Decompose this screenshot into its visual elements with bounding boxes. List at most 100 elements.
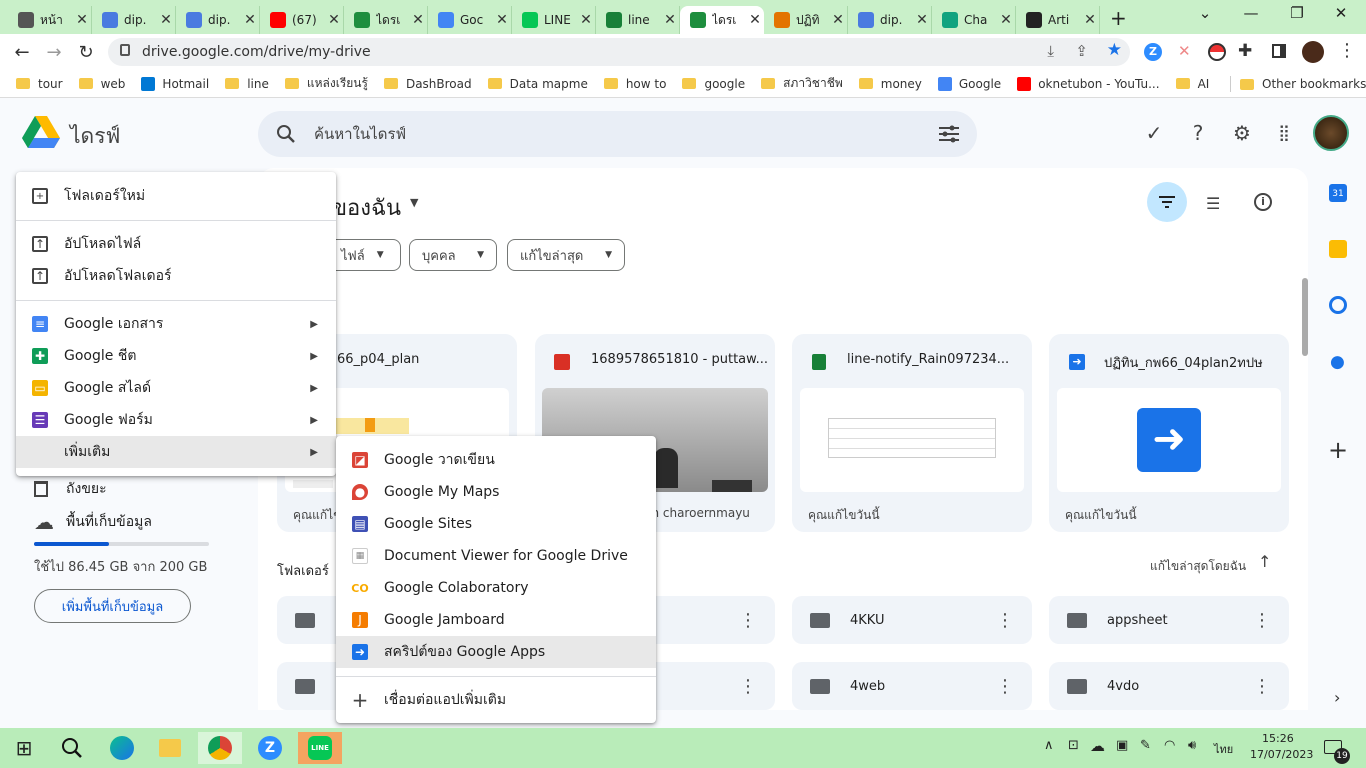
other-bookmarks[interactable]: Other bookmarks — [1240, 77, 1366, 91]
browser-tab[interactable]: ไดรเ ✕ — [680, 6, 764, 34]
tray-time[interactable]: 15:26 — [1262, 732, 1294, 745]
folder-item[interactable]: 4KKU ⋮ — [792, 596, 1032, 644]
browser-tab[interactable]: dip. ✕ — [848, 6, 932, 34]
edge-icon[interactable] — [110, 736, 134, 760]
back-icon[interactable]: ← — [6, 42, 38, 63]
menu-item-mymaps[interactable]: ● Google My Maps — [336, 476, 656, 508]
apps-grid-icon[interactable]: ⣿ — [1271, 120, 1297, 146]
add-addon-icon[interactable]: + — [1328, 436, 1348, 464]
tab-close-icon[interactable]: ✕ — [746, 12, 764, 28]
bookmark-item[interactable]: tour — [16, 74, 63, 93]
more-vert-icon[interactable]: ⋮ — [996, 676, 1014, 697]
browser-tab[interactable]: Goc ✕ — [428, 6, 512, 34]
drive-search-bar[interactable]: ค้นหาในไดรฟ์ — [258, 111, 977, 157]
zoom-extension-icon[interactable]: Z — [1144, 43, 1162, 61]
tab-close-icon[interactable]: ✕ — [997, 12, 1015, 28]
menu-item-upload-file[interactable]: ↑ อัปโหลดไฟล์ — [16, 228, 336, 260]
browser-tab[interactable]: dip. ✕ — [176, 6, 260, 34]
tab-close-icon[interactable]: ✕ — [661, 12, 679, 28]
info-icon[interactable]: i — [1254, 193, 1272, 211]
menu-item-new-folder[interactable]: + โฟลเดอร์ใหม่ — [16, 180, 336, 212]
folder-item[interactable]: 4vdo ⋮ — [1049, 662, 1289, 710]
chip-type[interactable]: ไฟล์ ▼ — [328, 239, 401, 271]
bookmark-item[interactable]: line — [225, 74, 269, 93]
bookmark-item[interactable]: web — [78, 74, 125, 93]
minimize-icon[interactable]: — — [1236, 4, 1266, 28]
tab-close-icon[interactable]: ✕ — [409, 12, 427, 28]
bookmark-item[interactable]: Hotmail — [141, 74, 209, 93]
bookmark-item[interactable]: how to — [603, 74, 666, 93]
chip-modified[interactable]: แก้ไขล่าสุด ▼ — [507, 239, 625, 271]
zoom-app-icon[interactable]: Z — [258, 736, 282, 760]
extension-bow-icon[interactable]: ✕ — [1178, 42, 1191, 60]
browser-tab[interactable]: ปฏิทิ ✕ — [764, 6, 848, 34]
pokeball-extension-icon[interactable] — [1208, 43, 1226, 61]
expand-panel-icon[interactable]: › — [1334, 688, 1340, 707]
suggested-file-card[interactable]: ➜ ปฏิทิน_กพ66_04plan2ทปษ ➜ คุณแก้ไขวันนี… — [1049, 334, 1289, 532]
folder-item[interactable]: appsheet ⋮ — [1049, 596, 1289, 644]
chrome-menu-icon[interactable]: ⋮ — [1338, 40, 1356, 61]
menu-item-sites[interactable]: ▤ Google Sites — [336, 508, 656, 540]
search-options-icon[interactable] — [939, 125, 959, 143]
more-vert-icon[interactable]: ⋮ — [1253, 610, 1271, 631]
title-dropdown-icon[interactable]: ▼ — [410, 196, 418, 209]
bookmark-item[interactable]: oknetubon - YouTu... — [1017, 74, 1160, 93]
browser-tab[interactable]: (67) ✕ — [260, 6, 344, 34]
more-vert-icon[interactable]: ⋮ — [996, 610, 1014, 631]
contacts-icon[interactable]: ● — [1330, 352, 1345, 372]
buy-storage-button[interactable]: เพิ่มพื้นที่เก็บข้อมูล — [34, 589, 191, 623]
extensions-puzzle-icon[interactable]: ✚ — [1238, 41, 1252, 61]
tray-language[interactable]: ไทย — [1214, 740, 1233, 758]
bookmark-item[interactable]: แหล่งเรียนรู้ — [284, 74, 368, 93]
bookmark-item[interactable]: DashBroad — [383, 74, 472, 93]
tray-onedrive-icon[interactable]: ☁ — [1090, 737, 1105, 755]
bookmark-item[interactable]: AI — [1175, 74, 1209, 93]
menu-item-docs[interactable]: ≡ Google เอกสาร ▶ — [16, 308, 336, 340]
bookmark-item[interactable]: google — [682, 74, 745, 93]
bookmark-star-icon[interactable]: ★ — [1107, 40, 1122, 60]
menu-item-forms[interactable]: ☰ Google ฟอร์ม ▶ — [16, 404, 336, 436]
menu-item-jamboard[interactable]: J Google Jamboard — [336, 604, 656, 636]
url-bar[interactable]: drive.google.com/drive/my-drive ⤓ ⇪ ★ — [108, 38, 1130, 66]
profile-avatar[interactable] — [1302, 41, 1324, 63]
bookmark-item[interactable]: money — [858, 74, 922, 93]
tab-close-icon[interactable]: ✕ — [241, 12, 259, 28]
close-window-icon[interactable]: ✕ — [1326, 4, 1356, 28]
tray-update-icon[interactable]: ▣ — [1116, 738, 1128, 753]
search-icon[interactable] — [54, 732, 90, 764]
tray-pen-icon[interactable]: ✎ — [1140, 738, 1151, 753]
windows-start-icon[interactable]: ⊞ — [6, 732, 42, 764]
bookmark-item[interactable]: Google — [937, 74, 1001, 93]
tray-volume-icon[interactable]: 🔊︎ — [1188, 738, 1196, 753]
drive-logo-icon[interactable] — [22, 116, 60, 150]
side-panel-icon[interactable] — [1272, 44, 1286, 58]
menu-item-colab[interactable]: CO Google Colaboratory — [336, 572, 656, 604]
keep-icon[interactable] — [1329, 240, 1347, 258]
content-scrollbar[interactable] — [1302, 278, 1308, 356]
chrome-icon[interactable] — [208, 736, 232, 760]
forward-icon[interactable]: → — [38, 42, 70, 63]
browser-tab[interactable]: dip. ✕ — [92, 6, 176, 34]
tab-close-icon[interactable]: ✕ — [325, 12, 343, 28]
account-avatar[interactable] — [1313, 115, 1349, 151]
bookmark-item[interactable]: Data mapme — [487, 74, 588, 93]
more-vert-icon[interactable]: ⋮ — [1253, 676, 1271, 697]
menu-item-slides[interactable]: ▭ Google สไลด์ ▶ — [16, 372, 336, 404]
tray-chevron-icon[interactable]: ∧ — [1044, 738, 1054, 753]
menu-item-more[interactable]: เพิ่มเติม ▶ — [16, 436, 336, 468]
tab-close-icon[interactable]: ✕ — [157, 12, 175, 28]
browser-tab[interactable]: line ✕ — [596, 6, 680, 34]
install-icon[interactable]: ⤓ — [1047, 42, 1054, 60]
browser-tab[interactable]: LINE ✕ — [512, 6, 596, 34]
tab-close-icon[interactable]: ✕ — [829, 12, 847, 28]
page-title[interactable]: ของฉัน — [332, 190, 401, 225]
filter-toggle-button[interactable] — [1147, 182, 1187, 222]
browser-tab[interactable]: Arti ✕ — [1016, 6, 1100, 34]
tasks-icon[interactable] — [1329, 296, 1347, 314]
more-vert-icon[interactable]: ⋮ — [739, 676, 757, 697]
tab-close-icon[interactable]: ✕ — [1081, 12, 1099, 28]
line-app-icon[interactable]: LINE — [308, 736, 332, 760]
search-icon[interactable] — [276, 124, 296, 144]
chip-people[interactable]: บุคคล ▼ — [409, 239, 497, 271]
tray-wifi-icon[interactable]: ◠ — [1164, 738, 1175, 753]
